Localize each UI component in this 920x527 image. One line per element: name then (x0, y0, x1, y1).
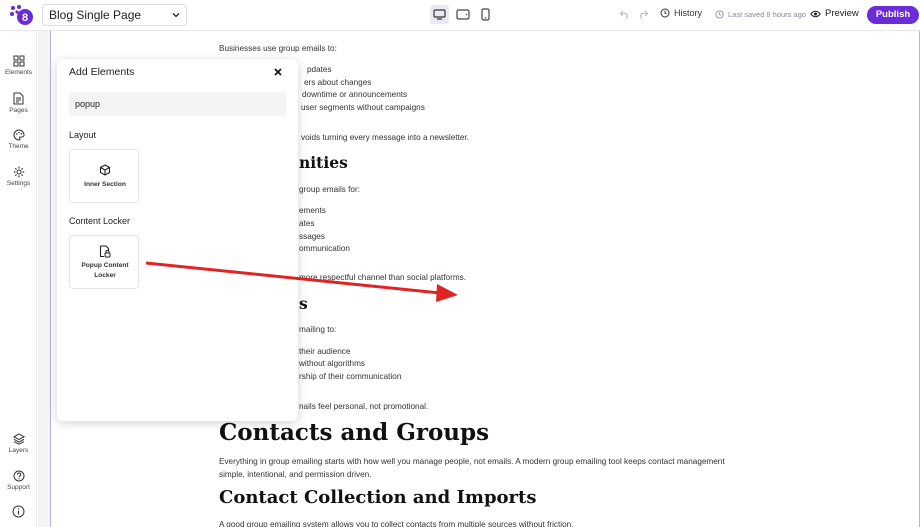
section-heading: s (299, 294, 308, 313)
section-label-layout: Layout (69, 130, 97, 140)
article-line: A good group emailing system allows you … (219, 520, 574, 527)
gear-icon (13, 166, 24, 178)
article-line: more respectful channel than social plat… (299, 273, 467, 282)
sidebar-item-label: Settings (6, 180, 31, 187)
article-line: Businesses use group emails to: (219, 44, 337, 53)
top-bar: 8 Blog Single Page History Last saved 8 … (0, 0, 920, 31)
article-line: user segments without campaigns (301, 103, 425, 112)
desktop-view-button[interactable] (430, 5, 449, 24)
saved-status: Last saved 8 hours ago (715, 8, 806, 21)
sidebar-item-theme[interactable]: Theme (0, 129, 37, 150)
tablet-view-button[interactable] (453, 5, 472, 24)
page-icon (13, 92, 24, 105)
publish-button[interactable]: Publish (867, 6, 919, 24)
article-line: mailing to: (299, 325, 337, 334)
undo-redo (619, 9, 649, 19)
article-line: downtime or announcements (302, 90, 408, 99)
article-line: their audience (299, 347, 351, 356)
article-line: simple, intentional, and permission driv… (219, 470, 372, 479)
article-line: pdates (307, 65, 332, 74)
panel-title: Add Elements (69, 66, 135, 78)
sidebar-item-elements[interactable]: Elements (0, 55, 37, 76)
sidebar-item-label: Pages (9, 107, 28, 114)
sidebar-item-label: Elements (4, 69, 33, 76)
logo-icon[interactable]: 8 (8, 4, 34, 26)
mobile-view-button[interactable] (476, 5, 495, 24)
help-icon (13, 470, 24, 482)
redo-icon[interactable] (638, 9, 649, 19)
desktop-icon (433, 9, 446, 20)
preview-label: Preview (825, 8, 859, 19)
section-heading: Contacts and Groups (219, 419, 490, 446)
card-label: Popup Content Locker (81, 262, 129, 279)
section-heading: nities (299, 153, 348, 172)
saved-label: Last saved 8 hours ago (728, 10, 806, 19)
article-line: rship of their communication (299, 372, 402, 381)
page-select-value: Blog Single Page (49, 8, 142, 22)
undo-icon[interactable] (619, 9, 630, 19)
cube-icon (99, 164, 111, 176)
close-icon[interactable] (272, 66, 284, 78)
sidebar-item-support[interactable]: Support (0, 470, 37, 491)
article-line: ers about changes (304, 78, 372, 87)
section-heading: Contact Collection and Imports (219, 487, 537, 508)
sidebar-item-pages[interactable]: Pages (0, 92, 37, 114)
preview-button[interactable]: Preview (810, 8, 859, 19)
page-select[interactable]: Blog Single Page (42, 4, 187, 26)
history-label: History (674, 8, 703, 18)
sidebar-item-label: Theme (8, 143, 29, 150)
tablet-icon (455, 9, 470, 20)
sidebar-item-label: Support (7, 484, 30, 491)
eye-icon (810, 10, 821, 17)
info-icon (12, 505, 25, 518)
article-line: ates (299, 219, 315, 228)
layers-icon (12, 433, 25, 445)
element-card-popup-content-locker[interactable]: Popup Content Locker (69, 235, 139, 289)
article-line: without algorithms (299, 359, 365, 368)
history-button[interactable]: History (660, 8, 702, 18)
palette-icon (13, 129, 25, 141)
card-label: Inner Section (84, 181, 126, 188)
lock-doc-icon (99, 245, 111, 258)
article-line: group emails for: (299, 185, 360, 194)
left-rail: Elements Pages Theme Settings Layers Sup… (0, 31, 37, 527)
svg-text:8: 8 (22, 12, 28, 24)
article-line: Everything in group emailing starts with… (219, 457, 725, 466)
element-search-input[interactable] (69, 92, 286, 116)
chevron-down-icon (172, 13, 180, 18)
section-label-content-locker: Content Locker (69, 216, 131, 226)
article-line: voids turning every message into a newsl… (301, 133, 469, 142)
sidebar-item-settings[interactable]: Settings (0, 166, 37, 187)
sidebar-item-layers[interactable]: Layers (0, 433, 37, 454)
device-switcher (430, 5, 495, 26)
info-button[interactable] (0, 505, 37, 520)
add-elements-panel: Add Elements Layout Inner Section Conten… (57, 59, 298, 421)
history-icon (660, 8, 670, 18)
grid-icon (13, 55, 24, 67)
sidebar-item-label: Layers (8, 447, 29, 454)
article-line: ommunication (299, 244, 350, 253)
element-card-inner-section[interactable]: Inner Section (69, 149, 139, 203)
article-line: nails feel personal, not promotional. (299, 402, 429, 411)
article-line: ements (299, 206, 326, 215)
article-line: ssages (299, 232, 325, 241)
mobile-icon (481, 8, 490, 21)
clock-icon (715, 10, 724, 19)
